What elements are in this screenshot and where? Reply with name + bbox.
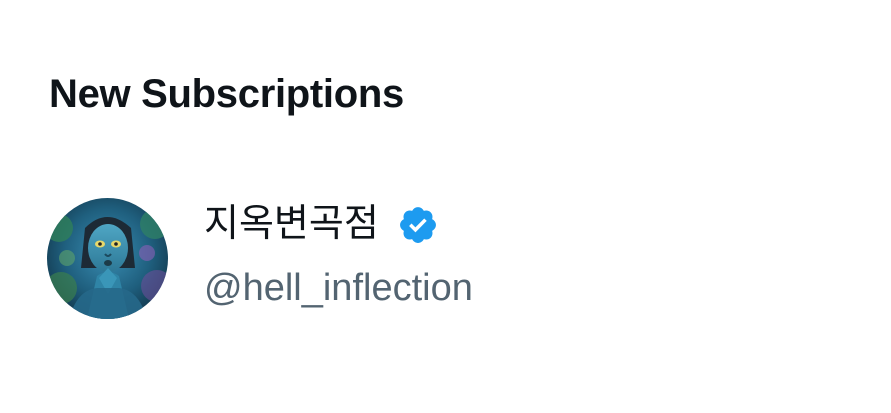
subscription-account-row[interactable]: 지옥변곡점 @hell_inflection bbox=[47, 195, 647, 321]
avatar-image bbox=[47, 198, 168, 319]
verified-badge-icon[interactable] bbox=[397, 204, 439, 246]
section-title: New Subscriptions bbox=[49, 72, 404, 116]
display-name[interactable]: 지옥변곡점 bbox=[204, 195, 379, 251]
account-handle[interactable]: @hell_inflection bbox=[204, 263, 473, 313]
avatar[interactable] bbox=[47, 198, 168, 319]
name-line: 지옥변곡점 bbox=[204, 195, 439, 251]
new-subscriptions-card: New Subscriptions 지옥변곡점 @hell_inflection bbox=[0, 0, 891, 413]
